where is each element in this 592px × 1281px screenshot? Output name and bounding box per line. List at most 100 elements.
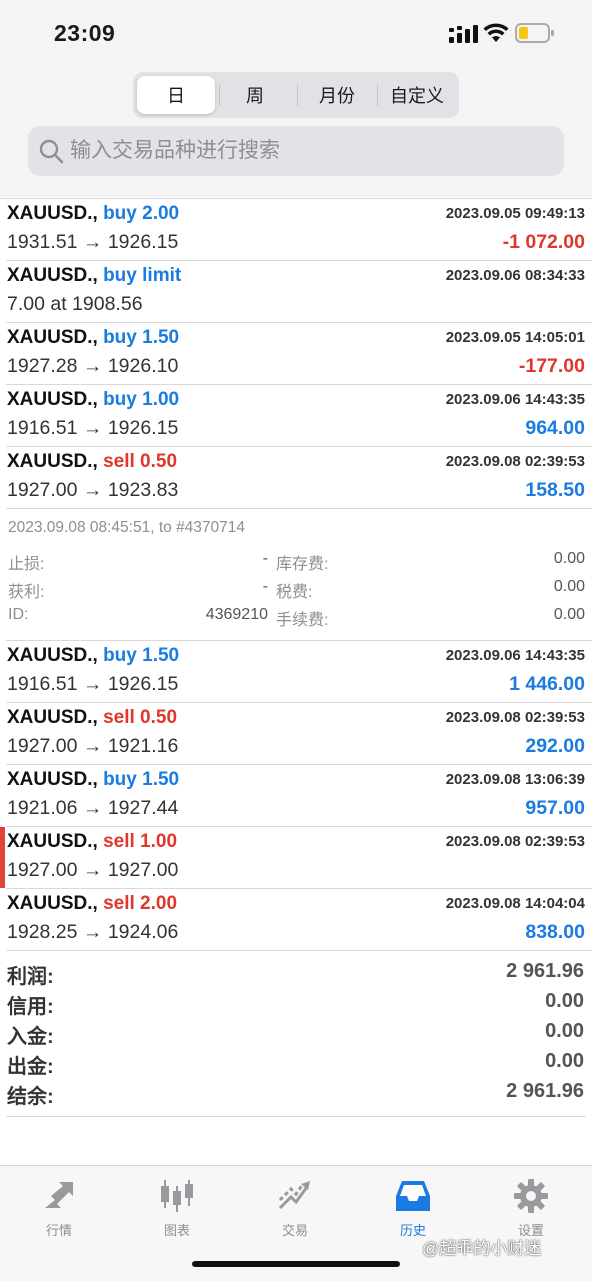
deal-row[interactable]: XAUUSD., buy 1.50 2023.09.05 14:05:01 1927…	[6, 323, 592, 385]
deal-action: buy 1.00	[103, 389, 180, 410]
deal-symbol: XAUUSD., buy limit	[7, 265, 181, 287]
trade-icon	[278, 1181, 310, 1210]
tab-charts[interactable]: 图表	[118, 1172, 236, 1238]
summary-value: 2 961.96	[506, 960, 584, 982]
deals-list: XAUUSD., buy 2.00 2023.09.05 09:49:13 1931…	[0, 198, 592, 951]
tab-trade[interactable]: 交易	[236, 1172, 354, 1238]
deal-row[interactable]: XAUUSD., sell 0.50 2023.09.08 02:39:53 192…	[6, 447, 592, 509]
deal-prices: 1927.28 → 1926.10	[7, 355, 179, 377]
deal-action: sell 2.00	[103, 893, 178, 914]
deal-action: buy 1.50	[103, 645, 180, 666]
deal-symbol-text: XAUUSD.,	[7, 893, 98, 914]
tab-quotes[interactable]: 行情	[0, 1172, 118, 1238]
deal-symbol-text: XAUUSD.,	[7, 831, 98, 852]
deal-profit: 964.00	[525, 417, 585, 439]
details-header: 2023.09.08 08:45:51, to #4370714	[8, 519, 246, 536]
deal-datetime: 2023.09.08 02:39:53	[445, 453, 585, 470]
search-bar[interactable]	[28, 126, 564, 176]
deal-row[interactable]: XAUUSD., buy limit 2023.09.06 08:34:33 7.0…	[6, 261, 592, 323]
tax-label: 税费:	[276, 584, 313, 601]
deal-row[interactable]: XAUUSD., sell 2.00 2023.09.08 14:04:04 192…	[6, 889, 592, 951]
tab-history[interactable]: 历史	[354, 1172, 472, 1238]
deal-prices: 1921.06 → 1927.44	[7, 797, 179, 819]
deal-symbol-text: XAUUSD.,	[7, 265, 98, 286]
deal-symbol: XAUUSD., buy 2.00	[7, 203, 179, 225]
period-segmented-control: 日 周 月份 自定义	[133, 72, 459, 118]
tab-settings[interactable]: 设置	[472, 1172, 590, 1238]
deal-action: buy 2.00	[103, 203, 180, 224]
deal-symbol: XAUUSD., buy 1.00	[7, 389, 179, 411]
tax-value: 0.00	[553, 578, 585, 595]
deal-profit: -177.00	[518, 355, 585, 377]
deal-row[interactable]: XAUUSD., buy 1.50 2023.09.06 14:43:35 1916…	[6, 641, 592, 703]
summary-label: 入金:	[7, 1026, 54, 1048]
summary-row-withdrawal: 出金: 0.00	[6, 1050, 586, 1080]
segment-week[interactable]: 周	[216, 76, 294, 114]
deal-row[interactable]: XAUUSD., sell 0.50 2023.09.08 02:39:53 192…	[6, 703, 592, 765]
stop-loss-value: -	[262, 550, 268, 567]
watermark: @超乖的小财迷	[422, 1239, 542, 1258]
deal-action: sell 0.50	[103, 451, 178, 472]
deal-symbol-text: XAUUSD.,	[7, 451, 98, 472]
candlestick-icon	[161, 1180, 193, 1212]
deal-symbol-text: XAUUSD.,	[7, 389, 98, 410]
summary-value: 0.00	[545, 1050, 584, 1072]
deal-row[interactable]: XAUUSD., sell 1.00 2023.09.08 02:39:53 192…	[0, 827, 592, 889]
deal-symbol: XAUUSD., buy 1.50	[7, 769, 179, 791]
search-input[interactable]	[70, 126, 550, 176]
deal-datetime: 2023.09.05 14:05:01	[445, 329, 585, 346]
deal-datetime: 2023.09.08 13:06:39	[445, 771, 585, 788]
deal-symbol: XAUUSD., sell 1.00	[7, 831, 177, 853]
deal-profit: 957.00	[525, 797, 585, 819]
summary-value: 2 961.96	[506, 1080, 584, 1102]
deal-datetime: 2023.09.08 02:39:53	[445, 709, 585, 726]
segment-day[interactable]: 日	[137, 76, 215, 114]
commission-value: 0.00	[553, 606, 585, 623]
deal-prices: 1916.51 → 1926.15	[7, 673, 179, 695]
cellular-signal-icon	[449, 25, 478, 43]
deal-symbol: XAUUSD., buy 1.50	[7, 645, 179, 667]
deal-symbol: XAUUSD., sell 0.50	[7, 707, 177, 729]
deal-symbol-text: XAUUSD.,	[7, 769, 98, 790]
id-label: ID:	[8, 606, 29, 623]
deal-action: sell 0.50	[103, 707, 178, 728]
deal-profit: -1 072.00	[502, 231, 585, 253]
id-value: 4369210	[205, 606, 268, 623]
deal-datetime: 2023.09.06 08:34:33	[445, 267, 585, 284]
deal-prices: 7.00 at 1908.56	[7, 293, 143, 315]
quotes-icon	[45, 1182, 73, 1208]
deal-symbol-text: XAUUSD.,	[7, 707, 98, 728]
deal-symbol-text: XAUUSD.,	[7, 645, 98, 666]
deal-action: buy 1.50	[103, 327, 180, 348]
home-indicator[interactable]	[192, 1261, 400, 1267]
wifi-icon	[483, 23, 509, 42]
deal-row[interactable]: XAUUSD., buy 2.00 2023.09.05 09:49:13 1931…	[6, 199, 592, 261]
deal-row[interactable]: XAUUSD., buy 1.50 2023.09.08 13:06:39 1921…	[6, 765, 592, 827]
gear-icon	[514, 1179, 548, 1213]
deal-details-panel: 2023.09.08 08:45:51, to #4370714 止损: - 获…	[6, 509, 592, 641]
summary-row-deposit: 入金: 0.00	[6, 1020, 586, 1050]
deal-symbol-text: XAUUSD.,	[7, 203, 98, 224]
swap-value: 0.00	[553, 550, 585, 567]
deal-action: buy limit	[103, 265, 182, 286]
summary-value: 0.00	[545, 990, 584, 1012]
deal-datetime: 2023.09.06 14:43:35	[445, 647, 585, 664]
deal-symbol: XAUUSD., sell 2.00	[7, 893, 177, 915]
deal-symbol: XAUUSD., buy 1.50	[7, 327, 179, 349]
summary-label: 信用:	[7, 996, 54, 1018]
segment-month[interactable]: 月份	[298, 76, 376, 114]
commission-label: 手续费:	[276, 612, 329, 629]
deal-row[interactable]: XAUUSD., buy 1.00 2023.09.06 14:43:35 1916…	[6, 385, 592, 447]
tab-label: 交易	[281, 1223, 308, 1238]
deal-prices: 1927.00 → 1923.83	[7, 479, 179, 501]
deal-action: sell 1.00	[103, 831, 178, 852]
deal-profit: 838.00	[525, 921, 585, 943]
deal-profit: 158.50	[525, 479, 585, 501]
segment-custom[interactable]: 自定义	[378, 76, 456, 114]
tab-label: 图表	[163, 1223, 190, 1238]
deal-prices: 1928.25 → 1924.06	[7, 921, 179, 943]
take-profit-label: 获利:	[8, 584, 45, 601]
stop-loss-label: 止损:	[8, 556, 45, 573]
search-icon	[39, 139, 64, 164]
summary-row-balance: 结余: 2 961.96	[6, 1080, 586, 1110]
